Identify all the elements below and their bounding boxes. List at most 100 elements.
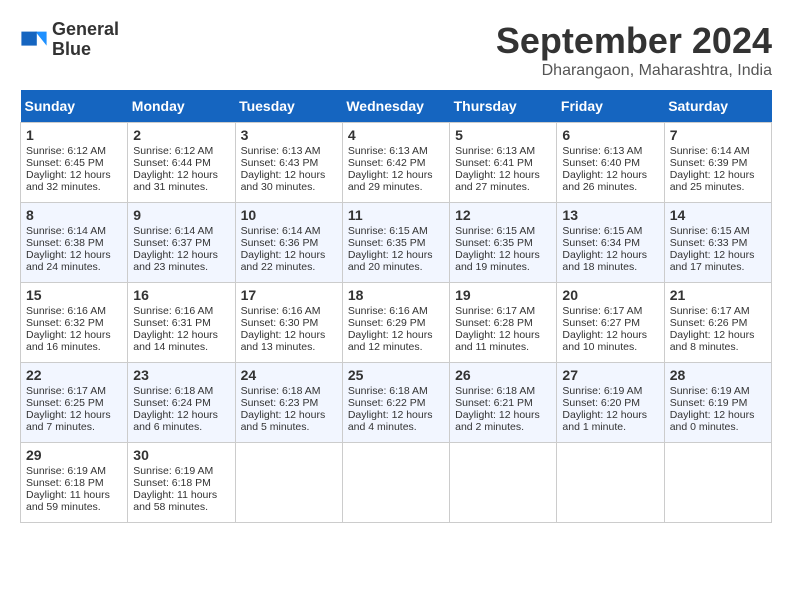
calendar-cell: 8 Sunrise: 6:14 AM Sunset: 6:38 PM Dayli… xyxy=(21,203,128,283)
sunset-label: Sunset: 6:27 PM xyxy=(562,317,640,329)
daylight-label: Daylight: 12 hours and 8 minutes. xyxy=(670,329,755,353)
sunrise-label: Sunrise: 6:19 AM xyxy=(133,465,213,477)
calendar-cell: 27 Sunrise: 6:19 AM Sunset: 6:20 PM Dayl… xyxy=(557,363,664,443)
calendar-cell: 2 Sunrise: 6:12 AM Sunset: 6:44 PM Dayli… xyxy=(128,123,235,203)
calendar-table: SundayMondayTuesdayWednesdayThursdayFrid… xyxy=(20,90,772,523)
calendar-cell: 15 Sunrise: 6:16 AM Sunset: 6:32 PM Dayl… xyxy=(21,283,128,363)
daylight-label: Daylight: 12 hours and 0 minutes. xyxy=(670,409,755,433)
daylight-label: Daylight: 12 hours and 7 minutes. xyxy=(26,409,111,433)
sunrise-label: Sunrise: 6:18 AM xyxy=(455,385,535,397)
calendar-cell: 18 Sunrise: 6:16 AM Sunset: 6:29 PM Dayl… xyxy=(342,283,449,363)
day-number: 17 xyxy=(241,287,337,303)
sunrise-label: Sunrise: 6:18 AM xyxy=(133,385,213,397)
sunset-label: Sunset: 6:40 PM xyxy=(562,157,640,169)
daylight-label: Daylight: 12 hours and 32 minutes. xyxy=(26,169,111,193)
calendar-cell: 4 Sunrise: 6:13 AM Sunset: 6:42 PM Dayli… xyxy=(342,123,449,203)
sunrise-label: Sunrise: 6:13 AM xyxy=(348,145,428,157)
location: Dharangaon, Maharashtra, India xyxy=(496,62,772,80)
sunset-label: Sunset: 6:35 PM xyxy=(455,237,533,249)
sunrise-label: Sunrise: 6:17 AM xyxy=(670,305,750,317)
daylight-label: Daylight: 12 hours and 17 minutes. xyxy=(670,249,755,273)
calendar-cell xyxy=(342,443,449,523)
calendar-cell: 16 Sunrise: 6:16 AM Sunset: 6:31 PM Dayl… xyxy=(128,283,235,363)
day-number: 23 xyxy=(133,367,229,383)
sunrise-label: Sunrise: 6:19 AM xyxy=(562,385,642,397)
sunset-label: Sunset: 6:39 PM xyxy=(670,157,748,169)
calendar-cell: 1 Sunrise: 6:12 AM Sunset: 6:45 PM Dayli… xyxy=(21,123,128,203)
sunset-label: Sunset: 6:34 PM xyxy=(562,237,640,249)
calendar-week-row: 22 Sunrise: 6:17 AM Sunset: 6:25 PM Dayl… xyxy=(21,363,772,443)
daylight-label: Daylight: 12 hours and 18 minutes. xyxy=(562,249,647,273)
sunset-label: Sunset: 6:20 PM xyxy=(562,397,640,409)
sunset-label: Sunset: 6:43 PM xyxy=(241,157,319,169)
day-number: 30 xyxy=(133,447,229,463)
page-header: General Blue September 2024 Dharangaon, … xyxy=(20,20,772,80)
weekday-header: Sunday xyxy=(21,90,128,123)
calendar-cell: 23 Sunrise: 6:18 AM Sunset: 6:24 PM Dayl… xyxy=(128,363,235,443)
sunrise-label: Sunrise: 6:15 AM xyxy=(562,225,642,237)
day-number: 4 xyxy=(348,127,444,143)
daylight-label: Daylight: 12 hours and 1 minute. xyxy=(562,409,647,433)
daylight-label: Daylight: 12 hours and 14 minutes. xyxy=(133,329,218,353)
sunset-label: Sunset: 6:32 PM xyxy=(26,317,104,329)
day-number: 8 xyxy=(26,207,122,223)
day-number: 15 xyxy=(26,287,122,303)
day-number: 28 xyxy=(670,367,766,383)
daylight-label: Daylight: 12 hours and 26 minutes. xyxy=(562,169,647,193)
calendar-cell xyxy=(235,443,342,523)
day-number: 26 xyxy=(455,367,551,383)
calendar-cell: 17 Sunrise: 6:16 AM Sunset: 6:30 PM Dayl… xyxy=(235,283,342,363)
calendar-cell xyxy=(450,443,557,523)
daylight-label: Daylight: 12 hours and 25 minutes. xyxy=(670,169,755,193)
calendar-cell: 14 Sunrise: 6:15 AM Sunset: 6:33 PM Dayl… xyxy=(664,203,771,283)
day-number: 16 xyxy=(133,287,229,303)
sunrise-label: Sunrise: 6:19 AM xyxy=(26,465,106,477)
sunset-label: Sunset: 6:29 PM xyxy=(348,317,426,329)
daylight-label: Daylight: 12 hours and 19 minutes. xyxy=(455,249,540,273)
day-number: 21 xyxy=(670,287,766,303)
daylight-label: Daylight: 12 hours and 30 minutes. xyxy=(241,169,326,193)
daylight-label: Daylight: 12 hours and 10 minutes. xyxy=(562,329,647,353)
daylight-label: Daylight: 12 hours and 16 minutes. xyxy=(26,329,111,353)
day-number: 1 xyxy=(26,127,122,143)
day-number: 11 xyxy=(348,207,444,223)
calendar-cell: 5 Sunrise: 6:13 AM Sunset: 6:41 PM Dayli… xyxy=(450,123,557,203)
sunset-label: Sunset: 6:45 PM xyxy=(26,157,104,169)
sunset-label: Sunset: 6:37 PM xyxy=(133,237,211,249)
sunset-label: Sunset: 6:31 PM xyxy=(133,317,211,329)
sunrise-label: Sunrise: 6:13 AM xyxy=(562,145,642,157)
sunrise-label: Sunrise: 6:12 AM xyxy=(133,145,213,157)
sunset-label: Sunset: 6:36 PM xyxy=(241,237,319,249)
sunrise-label: Sunrise: 6:12 AM xyxy=(26,145,106,157)
calendar-cell: 13 Sunrise: 6:15 AM Sunset: 6:34 PM Dayl… xyxy=(557,203,664,283)
calendar-cell xyxy=(557,443,664,523)
title-block: September 2024 Dharangaon, Maharashtra, … xyxy=(496,20,772,80)
sunrise-label: Sunrise: 6:14 AM xyxy=(26,225,106,237)
sunset-label: Sunset: 6:44 PM xyxy=(133,157,211,169)
daylight-label: Daylight: 12 hours and 12 minutes. xyxy=(348,329,433,353)
daylight-label: Daylight: 11 hours and 59 minutes. xyxy=(26,489,110,513)
sunset-label: Sunset: 6:28 PM xyxy=(455,317,533,329)
calendar-cell: 26 Sunrise: 6:18 AM Sunset: 6:21 PM Dayl… xyxy=(450,363,557,443)
calendar-cell: 10 Sunrise: 6:14 AM Sunset: 6:36 PM Dayl… xyxy=(235,203,342,283)
calendar-cell: 30 Sunrise: 6:19 AM Sunset: 6:18 PM Dayl… xyxy=(128,443,235,523)
sunrise-label: Sunrise: 6:18 AM xyxy=(241,385,321,397)
sunset-label: Sunset: 6:24 PM xyxy=(133,397,211,409)
day-number: 5 xyxy=(455,127,551,143)
day-number: 18 xyxy=(348,287,444,303)
daylight-label: Daylight: 12 hours and 2 minutes. xyxy=(455,409,540,433)
calendar-cell: 7 Sunrise: 6:14 AM Sunset: 6:39 PM Dayli… xyxy=(664,123,771,203)
day-number: 10 xyxy=(241,207,337,223)
sunset-label: Sunset: 6:41 PM xyxy=(455,157,533,169)
sunrise-label: Sunrise: 6:15 AM xyxy=(348,225,428,237)
day-number: 6 xyxy=(562,127,658,143)
calendar-cell: 3 Sunrise: 6:13 AM Sunset: 6:43 PM Dayli… xyxy=(235,123,342,203)
daylight-label: Daylight: 12 hours and 29 minutes. xyxy=(348,169,433,193)
calendar-cell: 28 Sunrise: 6:19 AM Sunset: 6:19 PM Dayl… xyxy=(664,363,771,443)
day-number: 12 xyxy=(455,207,551,223)
sunrise-label: Sunrise: 6:16 AM xyxy=(133,305,213,317)
daylight-label: Daylight: 12 hours and 20 minutes. xyxy=(348,249,433,273)
logo: General Blue xyxy=(20,20,119,60)
sunrise-label: Sunrise: 6:17 AM xyxy=(26,385,106,397)
calendar-cell: 25 Sunrise: 6:18 AM Sunset: 6:22 PM Dayl… xyxy=(342,363,449,443)
